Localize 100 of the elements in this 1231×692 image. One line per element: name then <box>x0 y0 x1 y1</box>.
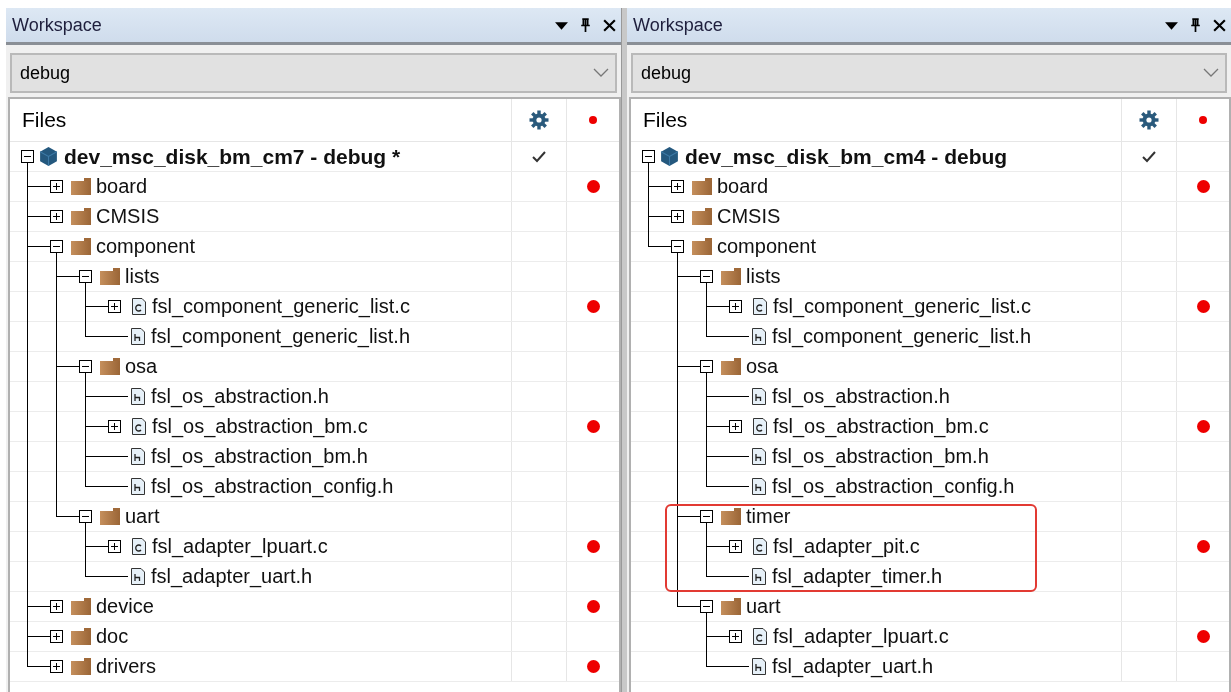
expand-toggle[interactable] <box>671 240 684 253</box>
tree-row[interactable]: fsl_adapter_lpuart.c <box>10 532 619 562</box>
tree-item[interactable]: dev_msc_disk_bm_cm4 - debug <box>685 144 1008 169</box>
tree-row[interactable]: board <box>631 172 1229 202</box>
expand-toggle[interactable] <box>21 150 34 163</box>
expand-toggle[interactable] <box>50 180 63 193</box>
tree-item[interactable]: fsl_adapter_uart.h <box>772 655 934 678</box>
tree-row[interactable]: board <box>10 172 619 202</box>
expand-toggle[interactable] <box>79 510 92 523</box>
tree-row[interactable]: CMSIS <box>10 202 619 232</box>
expand-toggle[interactable] <box>729 630 742 643</box>
tree-row[interactable]: fsl_component_generic_list.h <box>631 322 1229 352</box>
expand-toggle[interactable] <box>50 210 63 223</box>
column-header[interactable]: Files <box>22 108 67 132</box>
expand-toggle[interactable] <box>108 420 121 433</box>
tree-item[interactable]: drivers <box>96 655 156 678</box>
tree-row[interactable]: doc <box>10 622 619 652</box>
tree-row[interactable]: timer <box>631 502 1229 532</box>
tree-row[interactable]: component <box>10 232 619 262</box>
tree-item[interactable]: fsl_adapter_uart.h <box>151 565 313 588</box>
tree-row[interactable]: drivers <box>10 652 619 682</box>
tree-row[interactable]: component <box>631 232 1229 262</box>
pin-icon[interactable] <box>578 17 593 33</box>
tree-row[interactable]: fsl_os_abstraction_config.h <box>631 472 1229 502</box>
expand-toggle[interactable] <box>700 510 713 523</box>
tree-item[interactable]: CMSIS <box>96 205 160 228</box>
close-icon[interactable] <box>602 17 617 33</box>
close-icon[interactable] <box>1212 17 1227 33</box>
tree-item[interactable]: board <box>717 175 769 198</box>
tree-item[interactable]: lists <box>125 265 160 288</box>
tree-item[interactable]: fsl_os_abstraction_bm.c <box>773 415 989 438</box>
tree-item[interactable]: uart <box>746 595 781 618</box>
expand-toggle[interactable] <box>642 150 655 163</box>
tree-row[interactable]: fsl_adapter_timer.h <box>631 562 1229 592</box>
tree-item[interactable]: lists <box>746 265 781 288</box>
tree-row[interactable]: fsl_os_abstraction_bm.h <box>10 442 619 472</box>
tree-row[interactable]: fsl_adapter_uart.h <box>631 652 1229 682</box>
expand-toggle[interactable] <box>79 360 92 373</box>
tree-item[interactable]: device <box>96 595 154 618</box>
expand-toggle[interactable] <box>700 360 713 373</box>
tree-row[interactable]: fsl_adapter_uart.h <box>10 562 619 592</box>
tree-row[interactable]: fsl_component_generic_list.c <box>631 292 1229 322</box>
tree-row[interactable]: lists <box>10 262 619 292</box>
expand-toggle[interactable] <box>50 630 63 643</box>
tree-row[interactable]: fsl_adapter_lpuart.c <box>631 622 1229 652</box>
expand-toggle[interactable] <box>50 240 63 253</box>
tree-item[interactable]: fsl_os_abstraction_config.h <box>772 475 1015 498</box>
tree-row[interactable]: fsl_os_abstraction_bm.c <box>631 412 1229 442</box>
tree-item[interactable]: board <box>96 175 148 198</box>
expand-toggle[interactable] <box>108 540 121 553</box>
tree-item[interactable]: doc <box>96 625 129 648</box>
tree-item[interactable]: fsl_os_abstraction_bm.h <box>151 445 368 468</box>
tree-row[interactable]: fsl_component_generic_list.h <box>10 322 619 352</box>
expand-toggle[interactable] <box>671 210 684 223</box>
configuration-dropdown[interactable]: debug <box>631 53 1227 93</box>
tree-row[interactable]: uart <box>631 592 1229 622</box>
tree-item[interactable]: fsl_adapter_lpuart.c <box>152 535 328 558</box>
tree-row[interactable]: fsl_os_abstraction.h <box>10 382 619 412</box>
expand-toggle[interactable] <box>729 540 742 553</box>
tree-item[interactable]: component <box>96 235 195 258</box>
expand-toggle[interactable] <box>700 600 713 613</box>
tree-item[interactable]: fsl_adapter_lpuart.c <box>773 625 949 648</box>
tree-item[interactable]: component <box>717 235 816 258</box>
tree-item[interactable]: fsl_component_generic_list.c <box>152 295 410 318</box>
tree-row[interactable]: fsl_component_generic_list.c <box>10 292 619 322</box>
tree-item[interactable]: fsl_os_abstraction_bm.c <box>152 415 368 438</box>
tree-item[interactable]: CMSIS <box>717 205 781 228</box>
tree-row[interactable]: dev_msc_disk_bm_cm7 - debug * <box>10 142 619 172</box>
tree-row[interactable]: osa <box>10 352 619 382</box>
tree-item[interactable]: fsl_component_generic_list.h <box>151 325 411 348</box>
tree-row[interactable]: CMSIS <box>631 202 1229 232</box>
tree-row[interactable]: osa <box>631 352 1229 382</box>
tree-item[interactable]: fsl_component_generic_list.c <box>773 295 1031 318</box>
tree-row[interactable]: fsl_os_abstraction.h <box>631 382 1229 412</box>
expand-toggle[interactable] <box>729 300 742 313</box>
expand-toggle[interactable] <box>108 300 121 313</box>
tree-item[interactable]: fsl_os_abstraction_bm.h <box>772 445 989 468</box>
expand-toggle[interactable] <box>729 420 742 433</box>
tree-item[interactable]: uart <box>125 505 160 528</box>
tree-item[interactable]: fsl_os_abstraction.h <box>151 385 329 408</box>
tree-row[interactable]: device <box>10 592 619 622</box>
tree-row[interactable]: fsl_os_abstraction_bm.h <box>631 442 1229 472</box>
tree-item[interactable]: fsl_os_abstraction_config.h <box>151 475 394 498</box>
tree-row[interactable]: fsl_adapter_pit.c <box>631 532 1229 562</box>
tree-item[interactable]: fsl_os_abstraction.h <box>772 385 950 408</box>
pin-icon[interactable] <box>1188 17 1203 33</box>
column-header[interactable]: Files <box>643 108 688 132</box>
expand-toggle[interactable] <box>700 270 713 283</box>
tree-row[interactable]: fsl_os_abstraction_bm.c <box>10 412 619 442</box>
tree-item[interactable]: timer <box>746 505 791 528</box>
tree-row[interactable]: fsl_os_abstraction_config.h <box>10 472 619 502</box>
tree-row[interactable]: lists <box>631 262 1229 292</box>
expand-toggle[interactable] <box>50 600 63 613</box>
expand-toggle[interactable] <box>50 660 63 673</box>
tree-item[interactable]: fsl_adapter_timer.h <box>772 565 943 588</box>
tree-row[interactable]: uart <box>10 502 619 532</box>
expand-toggle[interactable] <box>671 180 684 193</box>
expand-toggle[interactable] <box>79 270 92 283</box>
tree-row[interactable]: dev_msc_disk_bm_cm4 - debug <box>631 142 1229 172</box>
tree-item[interactable]: osa <box>125 355 158 378</box>
